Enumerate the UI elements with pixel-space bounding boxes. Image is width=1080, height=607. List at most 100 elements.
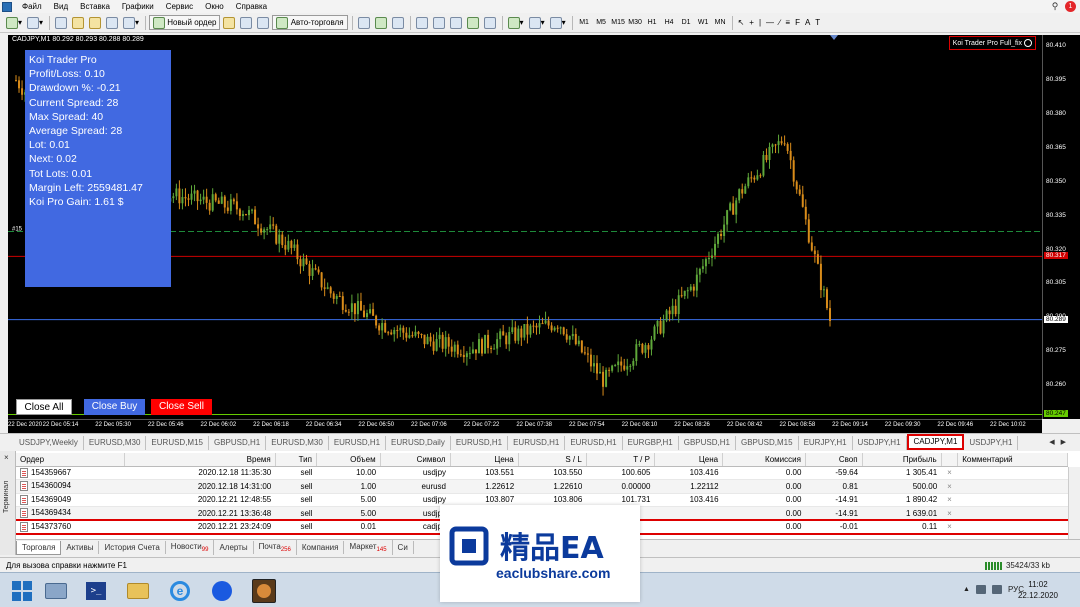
close-sell-button[interactable]: Close Sell (151, 399, 212, 415)
close-order-icon[interactable]: × (941, 466, 958, 480)
tf-w1[interactable]: W1 (695, 15, 712, 30)
chart-tab[interactable]: EURGBP,H1 (623, 436, 679, 450)
menu-file[interactable]: Файл (16, 0, 48, 13)
orders-column-header[interactable]: Прибыль (862, 453, 942, 467)
periods-button[interactable]: ▾ (527, 15, 547, 31)
bar-chart-button[interactable] (356, 15, 372, 31)
market-button[interactable] (255, 15, 271, 31)
crosshair-tool[interactable]: + (747, 15, 756, 31)
tester-button[interactable]: ▾ (121, 15, 141, 31)
chart-tab[interactable]: EURUSD,H1 (451, 436, 509, 450)
orders-column-header[interactable]: Своп (805, 453, 863, 467)
tf-m1[interactable]: M1 (576, 15, 593, 30)
chart-tab[interactable]: EURUSD,M15 (146, 436, 209, 450)
chart-tab[interactable]: GBPUSD,M15 (736, 436, 799, 450)
profiles-button[interactable]: ▾ (25, 15, 45, 31)
taskbar-server-manager[interactable] (42, 577, 70, 605)
taskbar-metatrader[interactable] (250, 577, 278, 605)
taskbar-explorer[interactable] (124, 577, 152, 605)
orders-column-header[interactable] (941, 453, 959, 467)
terminal-tab[interactable]: Алерты (214, 541, 254, 554)
indicators-button[interactable]: ▾ (506, 15, 526, 31)
terminal-tab[interactable]: Активы (61, 541, 100, 554)
network-icon[interactable] (975, 585, 986, 594)
vertical-line-tool[interactable]: | (757, 15, 763, 31)
terminal-tab[interactable]: Маркет145 (344, 540, 393, 555)
navigator-button[interactable] (87, 15, 103, 31)
orders-column-header[interactable]: Цена (450, 453, 519, 467)
chart-tab[interactable]: USDJPY,Weekly (14, 436, 84, 450)
tf-h1[interactable]: H1 (644, 15, 661, 30)
fibo-tool[interactable]: F (793, 15, 802, 31)
taskbar-powershell[interactable]: >_ (82, 577, 110, 605)
chart-shift-button[interactable] (482, 15, 498, 31)
chart-tab[interactable]: EURUSD,Daily (386, 436, 451, 450)
tf-mn[interactable]: MN (712, 15, 729, 30)
chart-tab[interactable]: EURJPY,H1 (799, 436, 853, 450)
orders-column-header[interactable]: Комментарий (957, 453, 1068, 467)
tf-h4[interactable]: H4 (661, 15, 678, 30)
orders-column-header[interactable]: Объем (316, 453, 381, 467)
orders-column-header[interactable]: Комиссия (722, 453, 806, 467)
orders-column-header[interactable]: Ордер (16, 453, 126, 467)
tf-d1[interactable]: D1 (678, 15, 695, 30)
orders-column-header[interactable]: Символ (380, 453, 451, 467)
close-order-icon[interactable]: × (941, 493, 958, 507)
tab-scroll-arrows[interactable]: ◀▶ (1049, 438, 1072, 446)
tf-m30[interactable]: M30 (627, 15, 644, 30)
chart-tab[interactable]: EURUSD,M30 (84, 436, 147, 450)
chart-tab[interactable]: EURUSD,H1 (565, 436, 623, 450)
chart-tab[interactable]: CADJPY,M1 (906, 434, 965, 450)
terminal-button[interactable] (104, 15, 120, 31)
text-tool[interactable]: A (803, 15, 812, 31)
chart-tab[interactable]: USDJPY,H1 (853, 436, 907, 450)
terminal-tab[interactable]: Почта256 (254, 540, 297, 555)
autoscroll-button[interactable] (465, 15, 481, 31)
terminal-tab[interactable]: История Счета (99, 541, 166, 554)
chart-tab[interactable]: EURUSD,H1 (508, 436, 566, 450)
cursor-tool[interactable]: ↖ (736, 15, 747, 31)
trendline-tool[interactable]: ∕ (777, 15, 782, 31)
expert-advisor-label[interactable]: Koi Trader Pro Full_fix (948, 36, 1036, 50)
candle-chart-button[interactable] (373, 15, 389, 31)
tf-m5[interactable]: M5 (593, 15, 610, 30)
volume-icon[interactable] (991, 585, 1002, 594)
price-chart[interactable]: #15 CADJPY,M1 80.292 80.293 80.288 80.28… (8, 35, 1042, 419)
close-order-icon[interactable]: × (941, 479, 958, 494)
orders-column-header[interactable]: Цена (654, 453, 724, 467)
menu-insert[interactable]: Вставка (74, 0, 116, 13)
close-all-button[interactable]: Close All (16, 399, 72, 415)
start-button[interactable] (8, 577, 36, 605)
line-chart-button[interactable] (390, 15, 406, 31)
tray-expand-icon[interactable]: ▲ (963, 586, 970, 593)
chart-tab[interactable]: EURUSD,M30 (266, 436, 329, 450)
orders-scrollbar[interactable] (1068, 467, 1080, 539)
terminal-tab[interactable]: Торговля (16, 540, 62, 555)
taskbar-app-blue[interactable] (208, 577, 236, 605)
taskbar-clock[interactable]: 11:02 22.12.2020 (1018, 579, 1058, 601)
metaeditor-button[interactable] (221, 15, 237, 31)
autotrading-button[interactable]: Авто-торговля (272, 15, 348, 30)
terminal-tab[interactable]: Си (393, 541, 414, 554)
search-icon[interactable]: ⚲ (1047, 1, 1063, 12)
orders-column-header[interactable]: T / P (586, 453, 655, 467)
label-tool[interactable]: T (813, 15, 822, 31)
menu-view[interactable]: Вид (48, 0, 74, 13)
tf-m15[interactable]: M15 (610, 15, 627, 30)
chart-tab[interactable]: EURUSD,H1 (329, 436, 387, 450)
taskbar-internet-explorer[interactable]: e (166, 577, 194, 605)
orders-column-header[interactable]: Время (124, 453, 276, 467)
menu-window[interactable]: Окно (199, 0, 230, 13)
notification-badge[interactable]: 1 (1065, 1, 1076, 12)
order-row[interactable]: 154359667 2020.12.18 11:35:30 sell 10.00 usd… (16, 466, 1068, 480)
zoom-in-button[interactable] (414, 15, 430, 31)
new-order-button[interactable]: Новый ордер (149, 15, 221, 30)
channel-tool[interactable]: ≡ (783, 15, 792, 31)
market-watch-button[interactable] (53, 15, 69, 31)
chart-shift-marker[interactable] (830, 35, 838, 40)
terminal-tab[interactable]: Компания (297, 541, 345, 554)
zoom-out-button[interactable] (431, 15, 447, 31)
chart-tab[interactable]: GBPUSD,H1 (679, 436, 736, 450)
signals-button[interactable] (238, 15, 254, 31)
data-window-button[interactable] (70, 15, 86, 31)
